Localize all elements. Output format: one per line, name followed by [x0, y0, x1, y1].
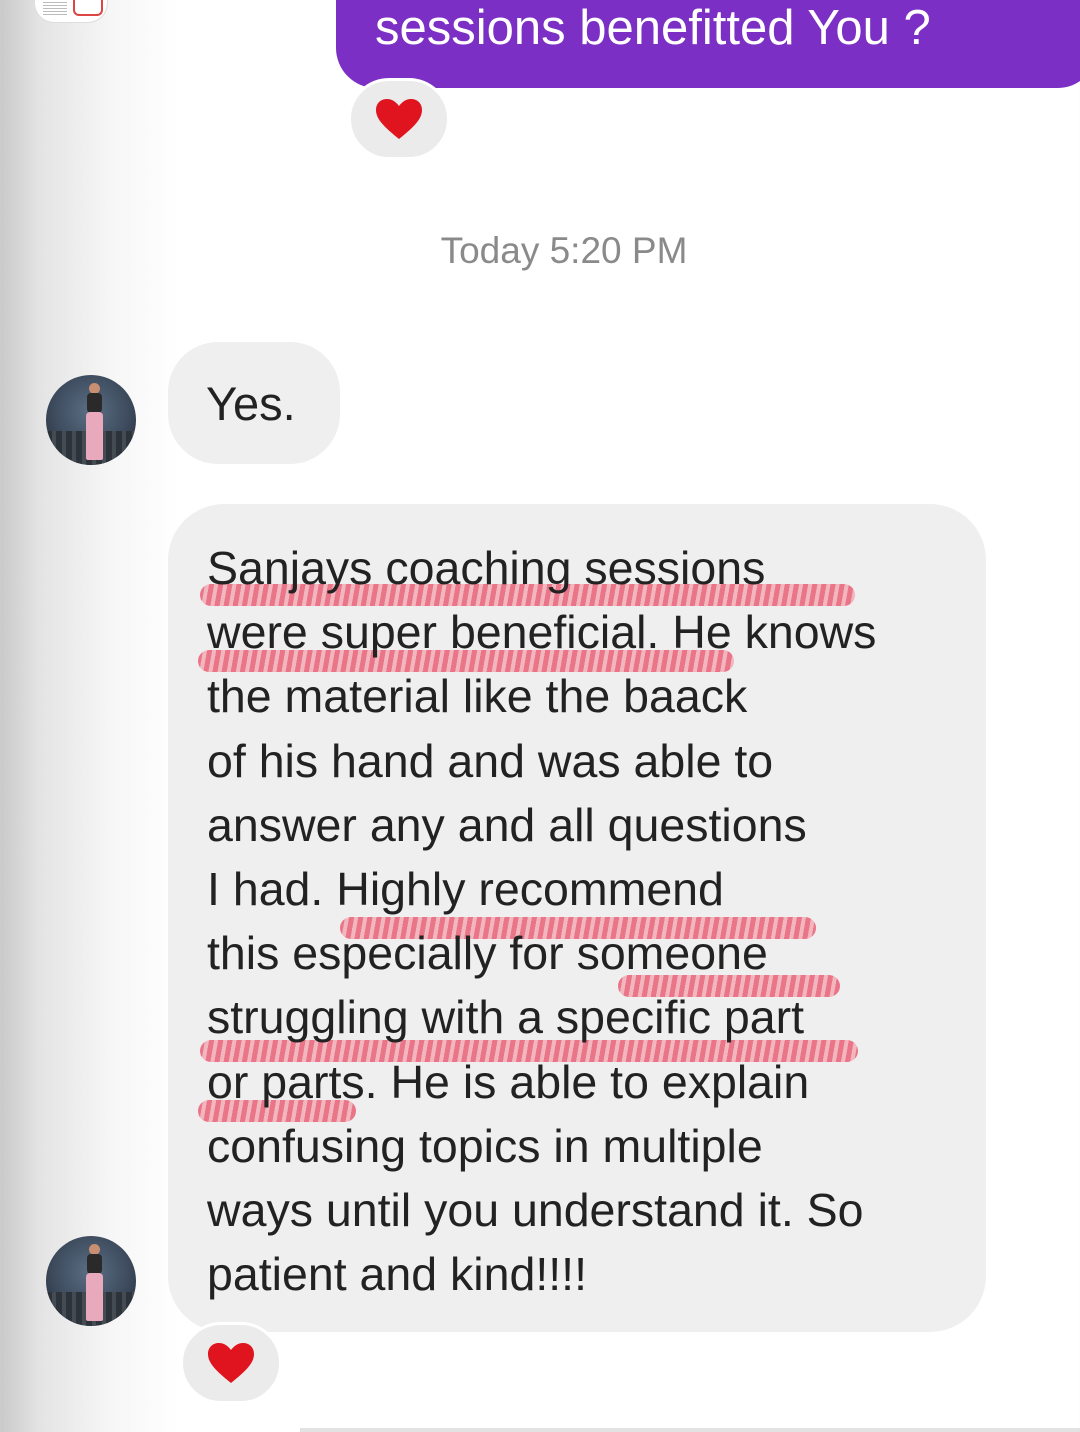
avatar[interactable] [46, 1236, 136, 1326]
logo-mark [73, 0, 103, 16]
message-line: confusing topics in multiple [207, 1119, 763, 1172]
sent-message-reaction[interactable] [348, 78, 450, 160]
avatar[interactable] [46, 375, 136, 465]
message-line: of his hand and was able to [207, 734, 774, 787]
message-line: struggling with a specific part [207, 991, 805, 1044]
received-message-bubble[interactable]: Yes. [168, 342, 340, 464]
received-message-reaction[interactable] [180, 1322, 282, 1404]
logo-text-lines [43, 2, 67, 16]
divider [300, 1428, 1080, 1432]
received-message-text: Yes. [206, 377, 296, 430]
message-line: patient and kind!!!! [207, 1248, 588, 1301]
message-line: ways until you understand it. So [207, 1184, 864, 1237]
message-line: were super beneficial. He knows [207, 606, 877, 659]
message-line: Sanjays coaching sessions [207, 542, 766, 594]
message-line: I had. Highly recommend [207, 863, 724, 916]
corner-logo [34, 0, 108, 23]
message-line: the material like the baack [207, 670, 748, 723]
message-line: or parts. He is able to explain [207, 1055, 810, 1108]
message-timestamp: Today 5:20 PM [440, 230, 688, 271]
message-line: answer any and all questions [207, 798, 807, 851]
sent-message-text: sessions benefitted You ? [375, 1, 931, 55]
message-line: this especially for someone [207, 927, 768, 980]
received-message-text-long: Sanjays coaching sessions were super ben… [207, 536, 876, 1306]
heart-icon [376, 99, 422, 139]
heart-icon [208, 1343, 254, 1383]
